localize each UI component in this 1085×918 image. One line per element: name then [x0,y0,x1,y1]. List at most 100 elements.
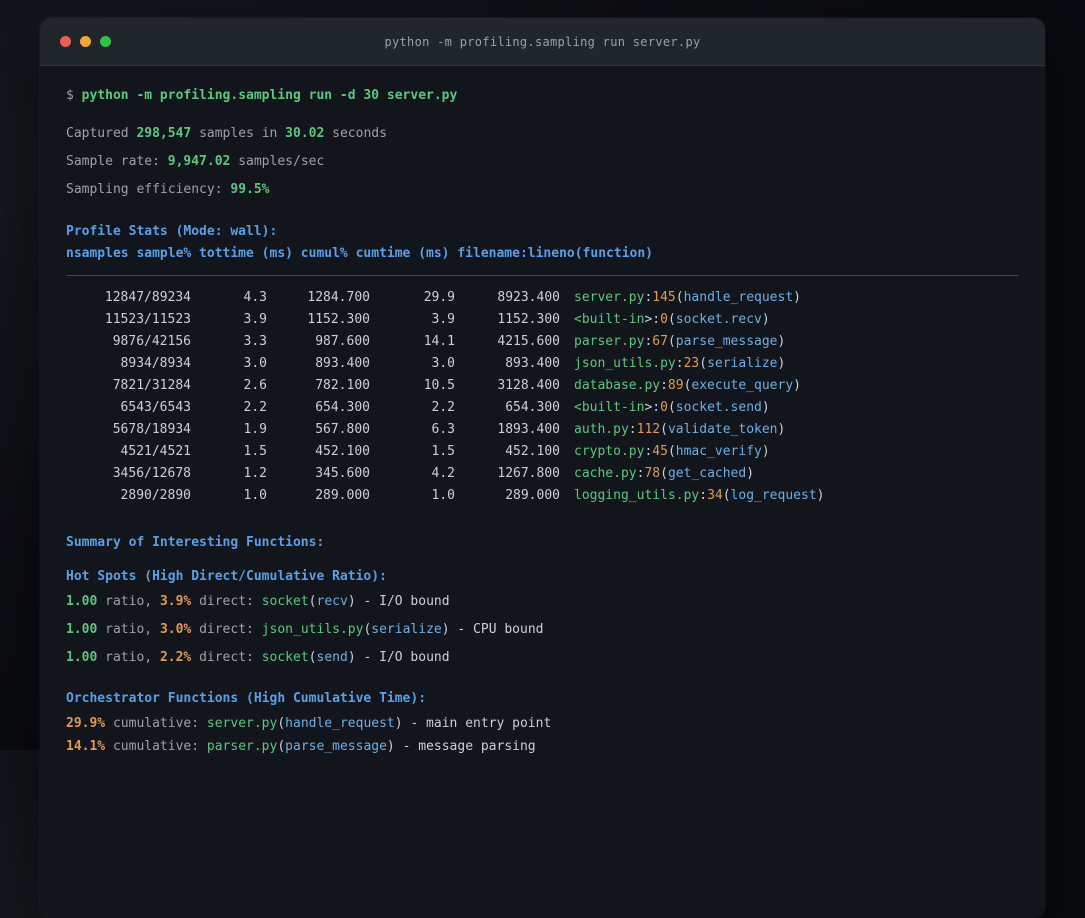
table-row: 4521/4521 1.5 452.100 1.5 452.100 crypto.py:4… [66,441,1019,463]
section-header-summary: Summary of Interesting Functions: [66,532,1019,554]
text-segment: ) [793,378,801,393]
text-segment: get_cached [667,466,747,481]
cell-function: <built-in>:0(socket.send) [574,397,770,419]
text-segment: parser.py [206,739,278,754]
cell-cumul-pct: 2.2 [431,400,455,415]
cell-tottime-ms: 1284.700 [307,290,370,305]
text-segment: ) [777,334,786,349]
cell-cumul-pct: 1.5 [431,444,455,459]
cell-cumtime-ms: 289.000 [505,488,560,503]
text-segment: direct: [191,650,262,665]
text-segment: 30.02 [285,126,325,141]
text-segment: ) [777,356,786,371]
text-segment: 89 [667,378,684,393]
text-segment: ) [761,444,770,459]
cell-nsamples: 2890/2890 [120,488,191,503]
text-segment: 112 [636,422,661,437]
cell-cumtime-ms: 452.100 [505,444,560,459]
text-segment: ) [347,650,356,665]
table-row: 11523/11523 3.9 1152.300 3.9 1152.300 <built-… [66,309,1019,331]
text-segment: 45 [652,444,668,459]
text-segment: ( [660,422,668,437]
cell-sample-pct: 2.6 [243,378,267,393]
text-segment: ratio, [97,650,160,665]
text-segment: ) [386,739,395,754]
hot-spot-line: 1.00 ratio, 2.2% direct: socket(send) - … [66,647,1019,669]
text-segment: 3.9% [159,594,192,609]
text-segment: 29.9% [66,716,106,731]
text-segment: ) [746,466,755,481]
terminal-window: python -m profiling.sampling run server.… [40,18,1045,918]
text-segment: hmac_verify [675,444,762,459]
text-segment: auth.py [574,422,629,437]
text-segment: 14.1% [66,739,106,754]
cell-tottime-ms: 782.100 [315,378,370,393]
cell-tottime-ms: 893.400 [315,356,370,371]
cell-sample-pct: 1.0 [243,488,267,503]
text-segment: ratio, [97,622,160,637]
cell-nsamples: 7821/31284 [112,378,191,393]
text-segment: : [675,356,684,371]
stat-line-sample-rate: Sample rate: 9,947.02 samples/sec [66,151,1019,173]
cell-tottime-ms: 289.000 [315,488,370,503]
cell-sample-pct: 3.0 [243,356,267,371]
cell-function: json_utils.py:23(serialize) [574,353,785,375]
text-segment: ) [761,400,770,415]
text-segment: 1.00 [66,622,98,637]
text-segment: ( [308,594,317,609]
hot-spot-line: 1.00 ratio, 3.9% direct: socket(recv) - … [66,591,1019,613]
text-segment: ( [667,400,676,415]
text-segment: ) [777,422,786,437]
text-segment: socket [261,650,309,665]
shell-prompt: $ [66,88,82,103]
text-segment: ( [675,290,684,305]
text-segment: ( [667,444,676,459]
text-segment: json_utils.py [261,622,364,637]
text-segment: ( [722,488,731,503]
text-segment: 9,947.02 [167,154,231,169]
cell-nsamples: 3456/12678 [112,466,191,481]
text-segment: 78 [644,466,661,481]
text-segment: Orchestrator Functions (High Cumulative … [66,691,427,706]
text-segment: samples/sec [230,154,325,169]
cell-cumtime-ms: 893.400 [505,356,560,371]
text-segment: direct: [191,622,262,637]
text-segment: : [660,378,668,393]
text-segment: Sample rate: [66,154,168,169]
close-button[interactable] [60,36,71,47]
text-segment: recv [316,594,348,609]
text-segment: >: [644,312,661,327]
text-segment: 0 [660,312,668,327]
text-segment: Sampling efficiency: [66,182,231,197]
orchestrator-line: 14.1% cumulative: parser.py(parse_messag… [66,736,1019,758]
cell-tottime-ms: 1152.300 [307,312,370,327]
table-row: 5678/18934 1.9 567.800 6.3 1893.400 auth.py:1… [66,419,1019,441]
terminal-output[interactable]: $ python -m profiling.sampling run -d 30… [40,66,1045,758]
window-titlebar[interactable]: python -m profiling.sampling run server.… [40,18,1045,66]
text-segment: samples in [191,126,286,141]
text-segment: ratio, [97,594,160,609]
text-segment: 2.2% [159,650,192,665]
text-segment: 67 [652,334,668,349]
text-segment: 1.00 [66,594,98,609]
text-segment: crypto.py [574,444,645,459]
cell-sample-pct: 4.3 [243,290,267,305]
text-segment: Hot Spots (High Direct/Cumulative Ratio)… [66,569,387,584]
cell-cumul-pct: 1.0 [431,488,455,503]
maximize-button[interactable] [100,36,111,47]
text-segment: Summary of Interesting Functions: [66,535,325,550]
text-segment: json_utils.py [574,356,676,371]
text-segment: - I/O bound [355,594,450,609]
text-segment: ) [347,594,356,609]
table-row: 2890/2890 1.0 289.000 1.0 289.000 logging_uti… [66,485,1019,507]
cell-nsamples: 4521/4521 [120,444,191,459]
text-segment: cumulative: [105,716,207,731]
minimize-button[interactable] [80,36,91,47]
text-segment: parser.py [574,334,645,349]
window-title: python -m profiling.sampling run server.… [384,34,701,49]
table-row: 9876/42156 3.3 987.600 14.1 4215.600 parser.p… [66,331,1019,353]
text-segment: execute_query [691,378,794,393]
cell-function: parser.py:67(parse_message) [574,331,785,353]
text-segment: ( [660,466,668,481]
cell-function: auth.py:112(validate_token) [574,419,785,441]
